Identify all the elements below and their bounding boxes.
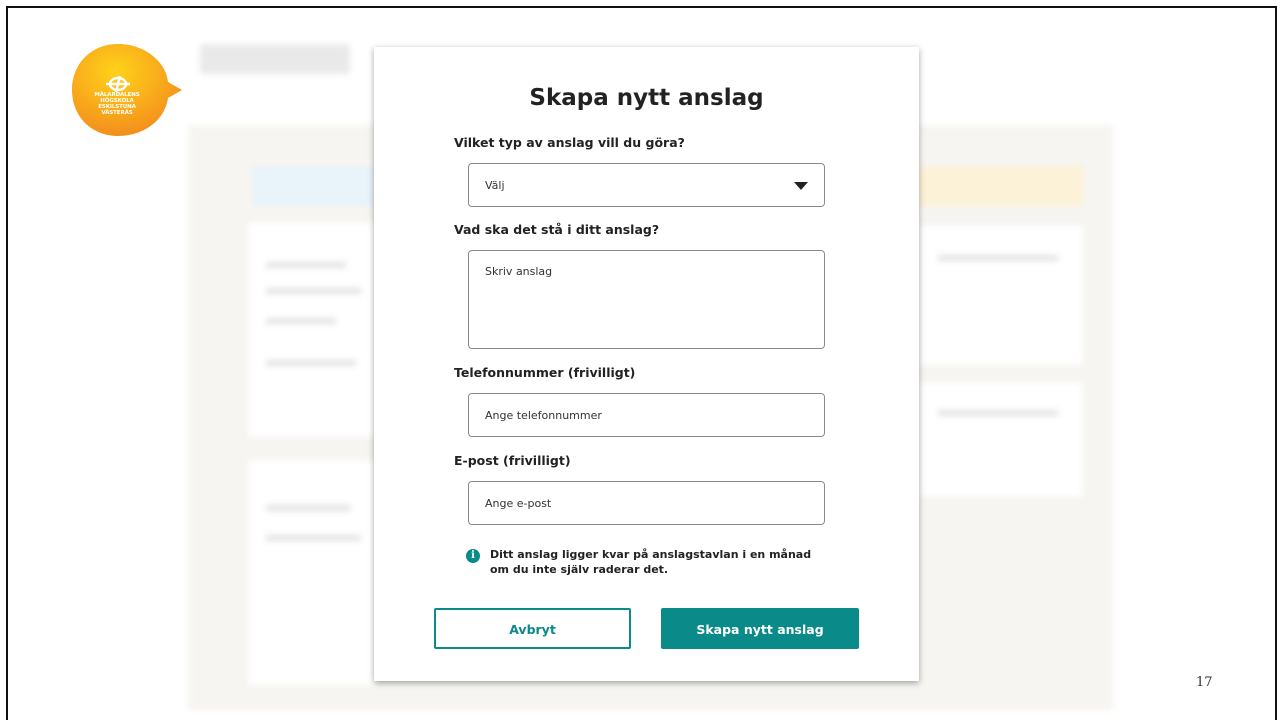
info-text: Ditt anslag ligger kvar på anslagstavlan… (490, 548, 812, 576)
text-label: Vad ska det stå i ditt anslag? (454, 222, 660, 237)
phone-placeholder: Ange telefonnummer (485, 409, 602, 422)
background-heading (200, 44, 350, 74)
modal-title: Skapa nytt anslag (529, 85, 764, 111)
type-label: Vilket typ av anslag vill du göra? (454, 135, 685, 150)
create-post-modal: Skapa nytt anslag Vilket typ av anslag v… (374, 47, 919, 681)
email-placeholder: Ange e-post (485, 497, 552, 510)
background-card (248, 222, 378, 437)
background-card (248, 460, 378, 685)
phone-input[interactable]: Ange telefonnummer (468, 393, 825, 437)
background-text-line (266, 360, 356, 366)
background-tab-left (253, 166, 383, 206)
post-text-area[interactable]: Skriv anslag (468, 250, 825, 349)
post-text-placeholder: Skriv anslag (485, 265, 553, 278)
email-input[interactable]: Ange e-post (468, 481, 825, 525)
phone-label: Telefonnummer (frivilligt) (454, 365, 636, 380)
background-text-line (938, 255, 1058, 261)
page-number: 17 (1196, 675, 1213, 690)
cancel-button[interactable]: Avbryt (434, 608, 631, 649)
background-text-line (266, 318, 336, 324)
background-text-line (938, 410, 1058, 416)
email-label: E-post (frivilligt) (454, 453, 571, 468)
info-icon: i (466, 549, 480, 563)
background-text-line (266, 288, 361, 294)
background-text-line (266, 505, 351, 511)
background-card (918, 382, 1083, 497)
background-text-line (266, 535, 361, 541)
type-select-value: Välj (485, 179, 505, 192)
background-text-line (266, 262, 346, 268)
background-card (918, 225, 1083, 365)
type-select[interactable]: Välj (468, 163, 825, 207)
university-logo (72, 44, 182, 136)
create-post-button[interactable]: Skapa nytt anslag (661, 608, 859, 649)
logo-text: MÄLARDALENS HÖGSKOLA ESKILSTUNA VÄSTERÅS (94, 92, 140, 116)
background-tab-right (918, 166, 1083, 206)
caret-down-icon (794, 182, 808, 190)
